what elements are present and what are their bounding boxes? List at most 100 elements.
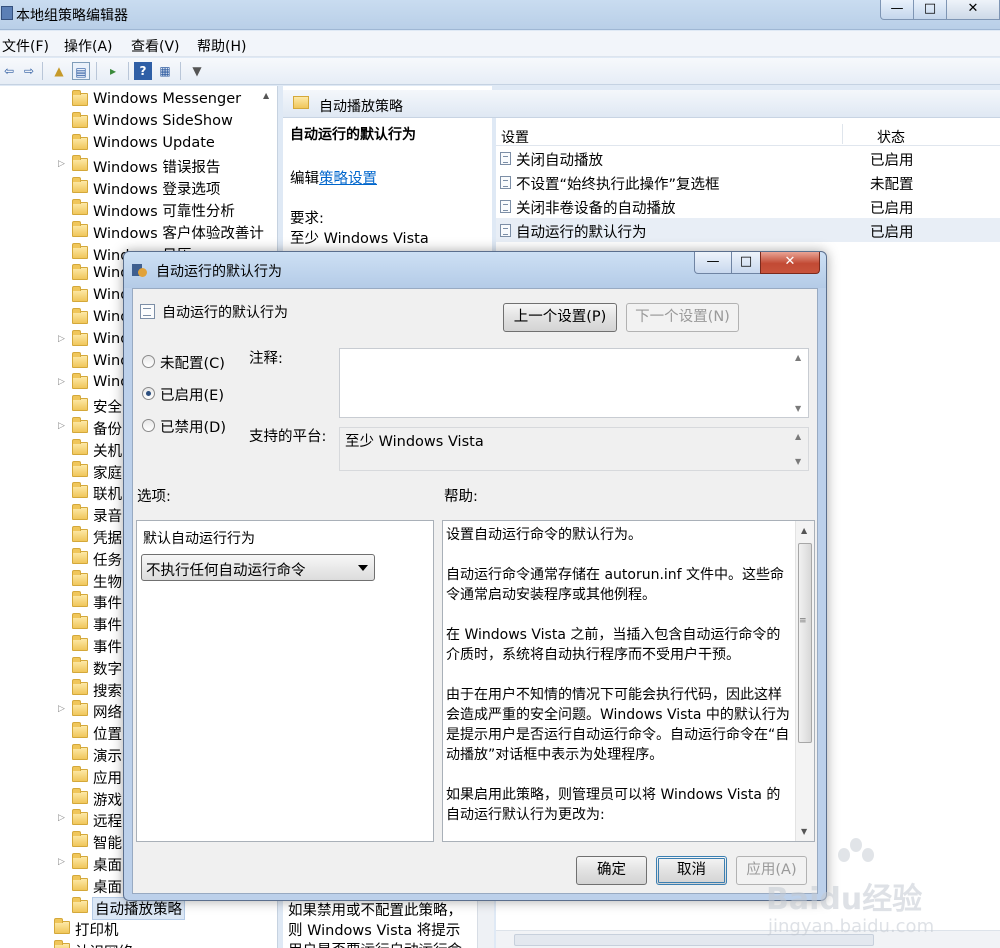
edit-prefix: 编辑: [290, 171, 319, 187]
watermark-brand: Baidu经验: [766, 882, 923, 917]
expand-arrow-icon[interactable]: ▷: [58, 704, 66, 714]
list-row[interactable]: 关闭非卷设备的自动播放 已启用: [496, 194, 1000, 218]
maximize-button[interactable]: □: [913, 0, 947, 20]
menu-view[interactable]: 查看(V): [131, 36, 180, 56]
platform-value: 至少 Windows Vista: [345, 434, 484, 450]
policy-settings-link[interactable]: 策略设置: [319, 171, 377, 187]
cancel-button[interactable]: 取消: [656, 856, 727, 885]
help-paragraph: 在 Windows Vista 之前，当插入包含自动运行命令的介质时，系统将自动…: [446, 627, 781, 663]
column-state[interactable]: 状态: [877, 127, 905, 147]
policy-editor-icon: [132, 262, 148, 278]
list-row[interactable]: 关闭自动播放 已启用: [496, 146, 1000, 170]
folder-icon: [72, 700, 88, 717]
filter-icon[interactable]: ▼: [188, 62, 206, 80]
folder-icon: [72, 155, 88, 172]
policy-icon: [500, 200, 511, 213]
previous-setting-button[interactable]: 上一个设置(P): [503, 303, 617, 332]
folder-icon: [72, 329, 88, 346]
folder-icon: [72, 504, 88, 521]
dialog-titlebar[interactable]: 自动运行的默认行为 — □ ✕: [124, 252, 826, 288]
close-button[interactable]: ✕: [946, 0, 1000, 20]
menu-help[interactable]: 帮助(H): [197, 36, 246, 56]
tree-item[interactable]: 认识网络: [0, 939, 277, 948]
tree-item[interactable]: Windows 可靠性分析: [0, 198, 277, 220]
radio-circle[interactable]: [142, 419, 155, 432]
folder-icon: [72, 678, 88, 695]
tree-item[interactable]: Windows SideShow: [0, 111, 277, 133]
scroll-up-icon[interactable]: ▲: [795, 353, 801, 362]
export-icon[interactable]: ▸: [104, 62, 122, 80]
list-row[interactable]: 不设置“始终执行此操作”复选框 未配置: [496, 170, 1000, 194]
row-state: 已启用: [870, 201, 914, 217]
minimize-button[interactable]: —: [880, 0, 914, 20]
back-icon[interactable]: ⇦: [0, 62, 18, 80]
row-state: 未配置: [870, 177, 914, 193]
grip-icon: ≡: [799, 616, 807, 626]
row-name: 关闭自动播放: [516, 153, 603, 169]
row-state: 已启用: [870, 225, 914, 241]
scroll-down-icon[interactable]: ▼: [795, 404, 801, 413]
scroll-up-icon[interactable]: ▲: [263, 91, 269, 100]
help-paragraph: 设置自动运行命令的默认行为。: [446, 527, 642, 543]
scroll-up-icon[interactable]: ▲: [795, 432, 801, 441]
tree-item[interactable]: Windows 客户体验改善计: [0, 220, 277, 242]
menu-action[interactable]: 操作(A): [64, 36, 113, 56]
tree-item-label: Windows 登录选项: [93, 182, 221, 199]
comment-textarea[interactable]: ▲ ▼: [339, 348, 809, 418]
ok-button[interactable]: 确定: [576, 856, 647, 885]
tree-item[interactable]: ▷ Windows 错误报告: [0, 154, 277, 176]
watermark-url: jingyan.baidu.com: [768, 916, 935, 937]
requirement-value: 至少 Windows Vista: [290, 231, 429, 247]
up-folder-icon[interactable]: ▲: [50, 62, 68, 80]
options-panel: 默认自动运行行为 不执行任何自动运行命令: [136, 520, 434, 842]
expand-arrow-icon[interactable]: ▷: [58, 334, 66, 344]
tree-item[interactable]: Windows 登录选项: [0, 176, 277, 199]
tree-item[interactable]: Windows Messenger: [0, 89, 277, 111]
folder-icon: [72, 351, 88, 368]
dialog-minimize-button[interactable]: —: [694, 252, 732, 274]
show-hide-tree-icon[interactable]: ▤: [72, 62, 90, 80]
expand-arrow-icon[interactable]: ▷: [58, 159, 66, 169]
radio-circle-checked[interactable]: [142, 387, 155, 400]
scroll-thumb[interactable]: [798, 543, 812, 743]
tree-item-label: 事件: [93, 640, 122, 656]
tree-item-label: 远程: [93, 814, 122, 831]
column-setting[interactable]: 设置: [501, 127, 529, 147]
help-panel: 设置自动运行命令的默认行为。 自动运行命令通常存储在 autorun.inf 文…: [442, 520, 815, 842]
expand-arrow-icon[interactable]: ▷: [58, 857, 66, 867]
tree-item[interactable]: 打印机: [0, 917, 277, 939]
dialog-close-button[interactable]: ✕: [760, 252, 820, 274]
folder-icon: [72, 526, 88, 542]
main-titlebar: 本地组策略编辑器 — □ ✕: [0, 0, 1000, 30]
default-autorun-select[interactable]: 不执行任何自动运行命令: [141, 554, 375, 581]
tree-item-label: 凭据: [93, 531, 122, 547]
scroll-up-icon[interactable]: ▲: [801, 526, 807, 535]
help-paragraph: 由于在用户不知情的情况下可能会执行代码，因此这样会造成严重的安全问题。Windo…: [446, 687, 790, 763]
menu-file[interactable]: 文件(F): [2, 36, 49, 56]
description-scrollbar[interactable]: [477, 898, 494, 948]
expand-arrow-icon[interactable]: ▷: [58, 377, 66, 387]
paw-icon: [836, 838, 876, 878]
dialog-maximize-button[interactable]: □: [731, 252, 761, 274]
folder-icon: [72, 874, 88, 891]
option-field-label: 默认自动运行行为: [143, 531, 255, 547]
list-row-selected[interactable]: 自动运行的默认行为 已启用: [496, 218, 1000, 242]
help-icon[interactable]: ?: [134, 62, 152, 80]
requirement-label: 要求:: [290, 211, 324, 227]
expand-arrow-icon[interactable]: ▷: [58, 421, 66, 431]
description-text: 如果禁用或不配置此策略，则 Windows Vista 将提示用户是否要运行自动…: [288, 903, 462, 948]
folder-icon: [72, 220, 88, 237]
tree-item-label: 关机: [93, 443, 122, 460]
next-setting-button[interactable]: 下一个设置(N): [626, 303, 739, 332]
tree-item-label: Windows Update: [93, 134, 215, 151]
tree-item[interactable]: Windows Update: [0, 133, 277, 155]
help-text: 设置自动运行命令的默认行为。 自动运行命令通常存储在 autorun.inf 文…: [446, 525, 792, 841]
forward-icon[interactable]: ⇨: [20, 62, 38, 80]
folder-icon: [72, 853, 88, 869]
properties-icon[interactable]: ▦: [156, 62, 174, 80]
scroll-down-icon[interactable]: ▼: [801, 827, 807, 836]
expand-arrow-icon[interactable]: ▷: [58, 813, 66, 823]
radio-circle[interactable]: [142, 355, 155, 368]
help-scrollbar[interactable]: ▲ ≡ ▼: [795, 521, 814, 841]
scroll-down-icon[interactable]: ▼: [795, 457, 801, 466]
